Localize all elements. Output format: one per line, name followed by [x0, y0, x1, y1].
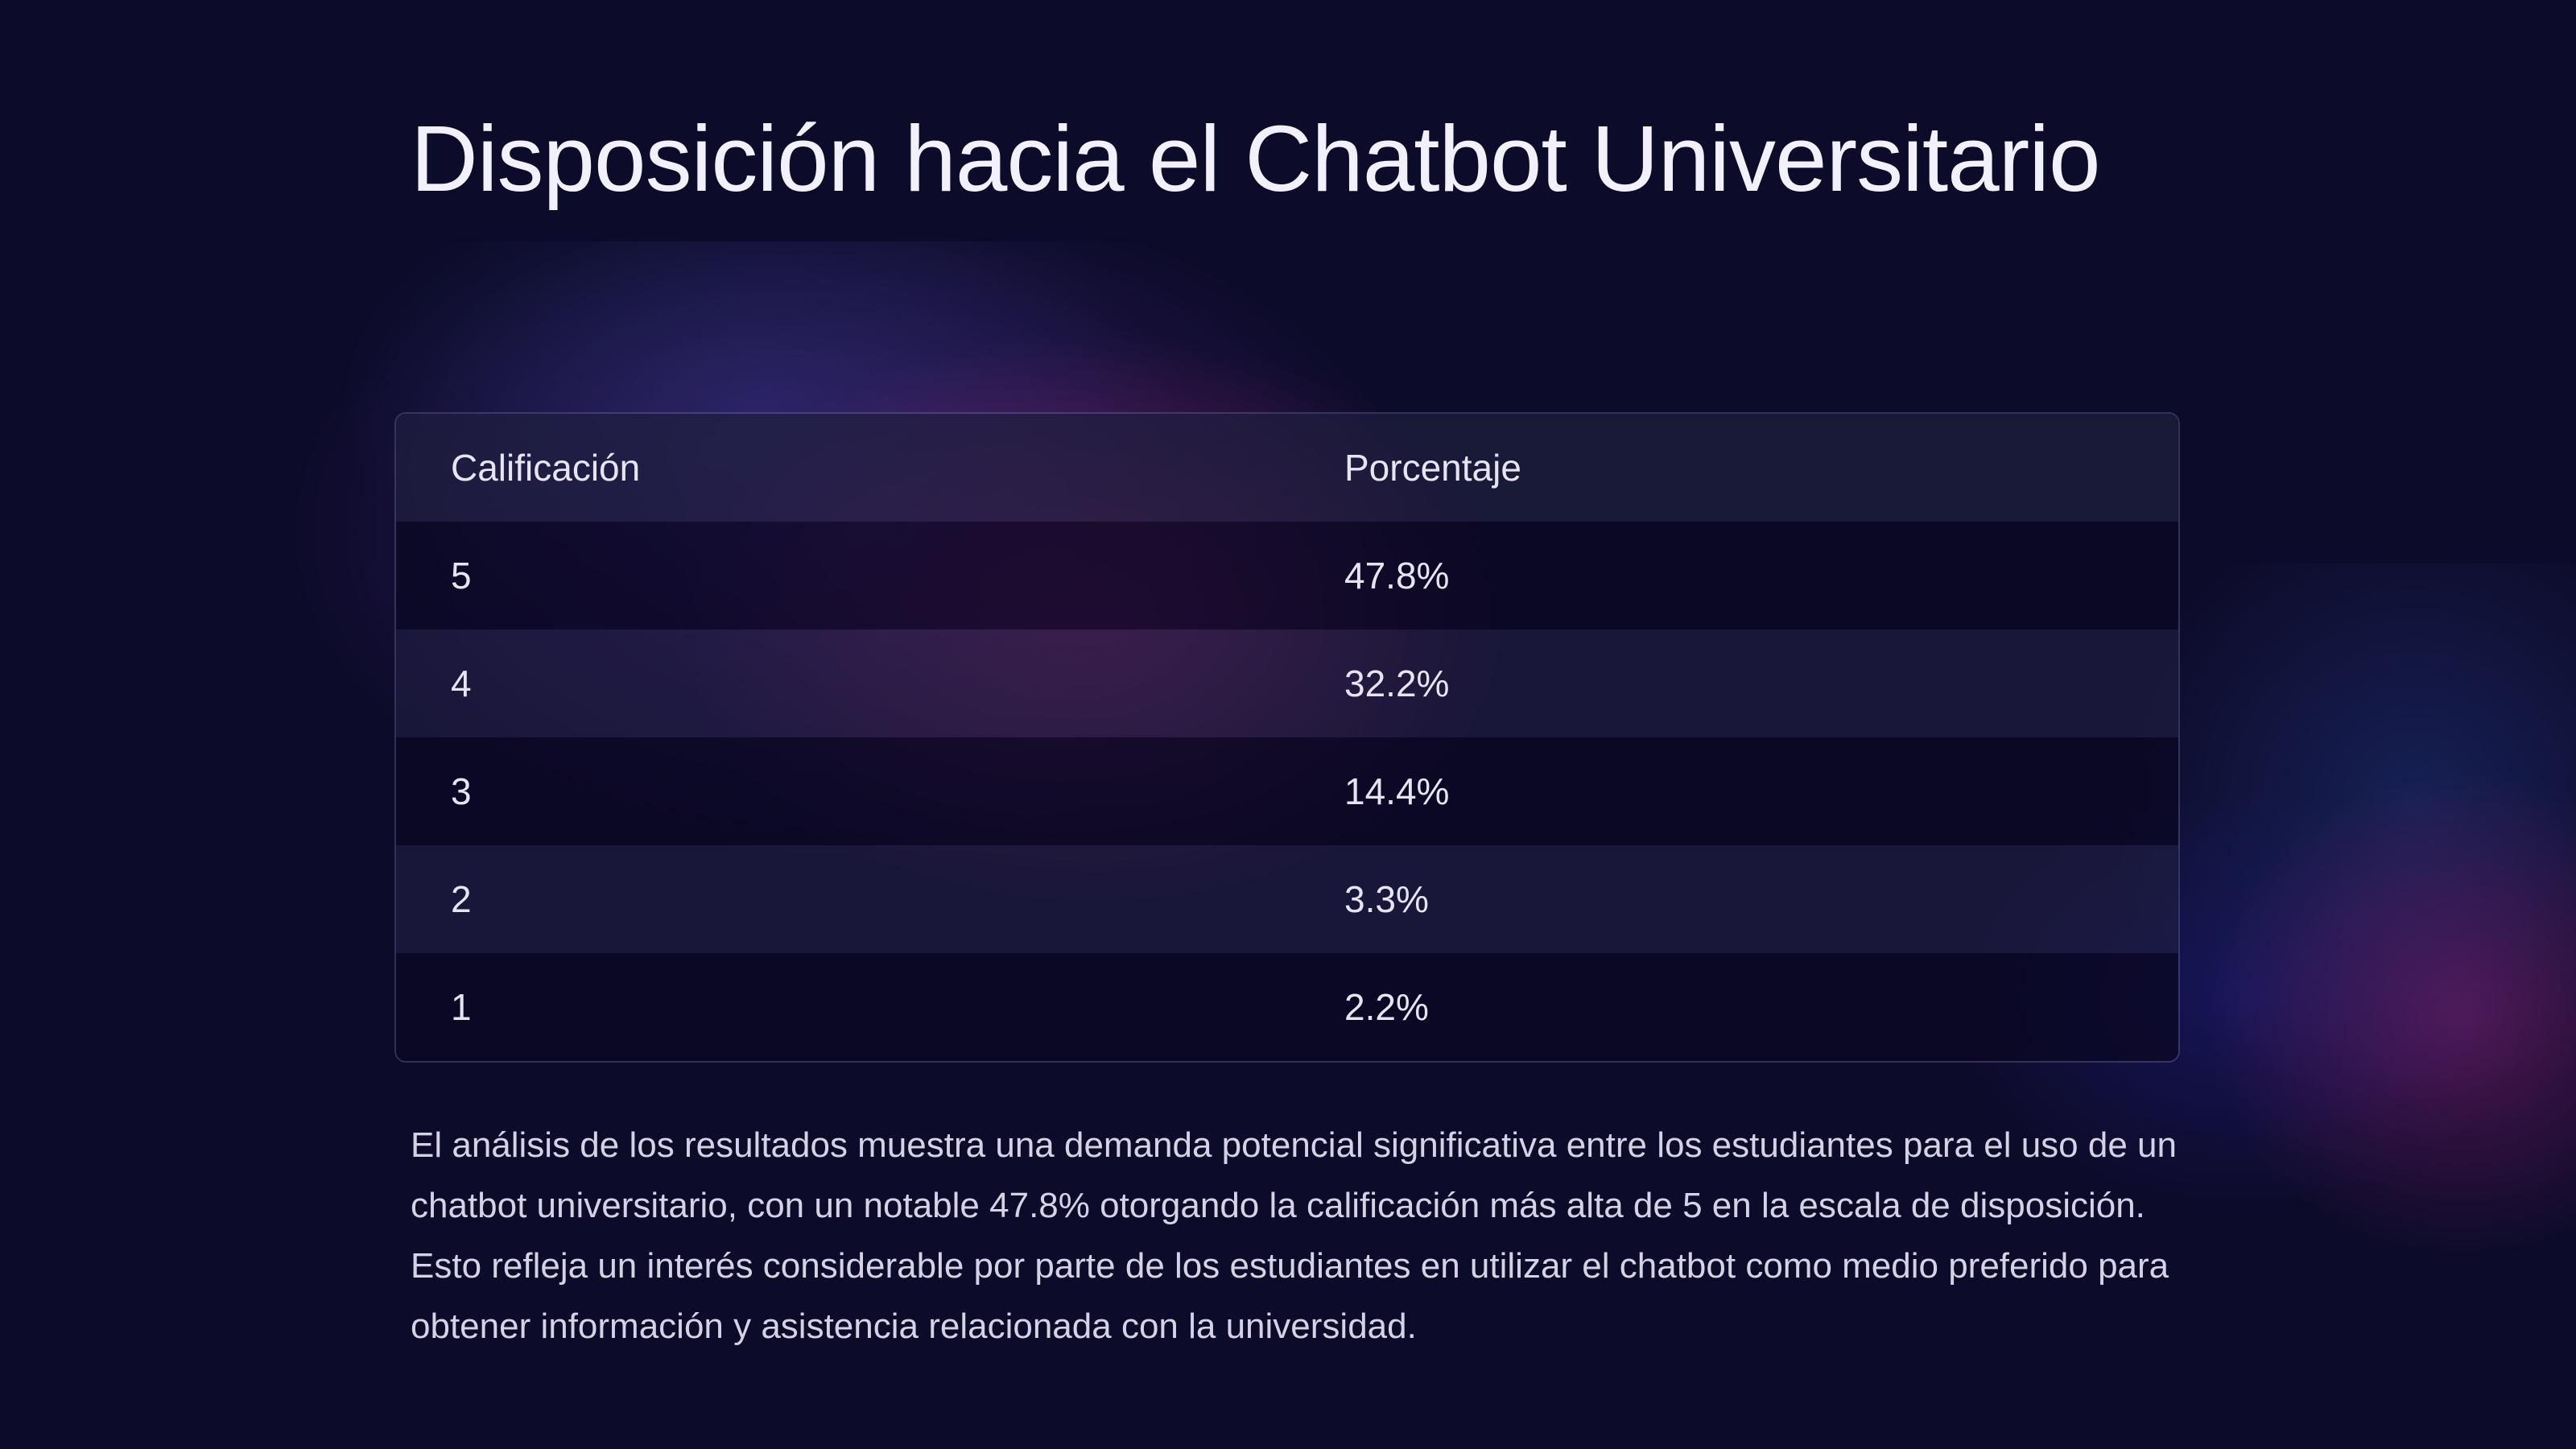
- percentage-cell: 14.4%: [1344, 770, 1450, 812]
- summary-paragraph: El análisis de los resultados muestra un…: [411, 1125, 2177, 1346]
- rating-cell: 2: [451, 878, 472, 920]
- table-row: 3 14.4%: [396, 737, 2178, 845]
- rating-cell: 1: [451, 986, 472, 1028]
- column-header-rating: Calificación: [451, 447, 641, 489]
- rating-cell: 4: [451, 663, 472, 704]
- table-row: 5 47.8%: [396, 522, 2178, 630]
- rating-cell: 3: [451, 770, 472, 812]
- column-header-percentage: Porcentaje: [1344, 447, 1521, 489]
- ratings-table: Calificación Porcentaje 5 47.8% 4 32.2% …: [394, 412, 2180, 1063]
- percentage-cell: 3.3%: [1344, 878, 1429, 920]
- rating-cell: 5: [451, 555, 472, 597]
- table-row: 2 3.3%: [396, 845, 2178, 953]
- table-row: 4 32.2%: [396, 630, 2178, 737]
- percentage-cell: 47.8%: [1344, 555, 1450, 597]
- table-row: 1 2.2%: [396, 953, 2178, 1061]
- percentage-cell: 2.2%: [1344, 986, 1429, 1028]
- slide-title: Disposición hacia el Chatbot Universitar…: [411, 106, 2101, 211]
- table-header-row: Calificación Porcentaje: [396, 414, 2178, 522]
- percentage-cell: 32.2%: [1344, 663, 1450, 704]
